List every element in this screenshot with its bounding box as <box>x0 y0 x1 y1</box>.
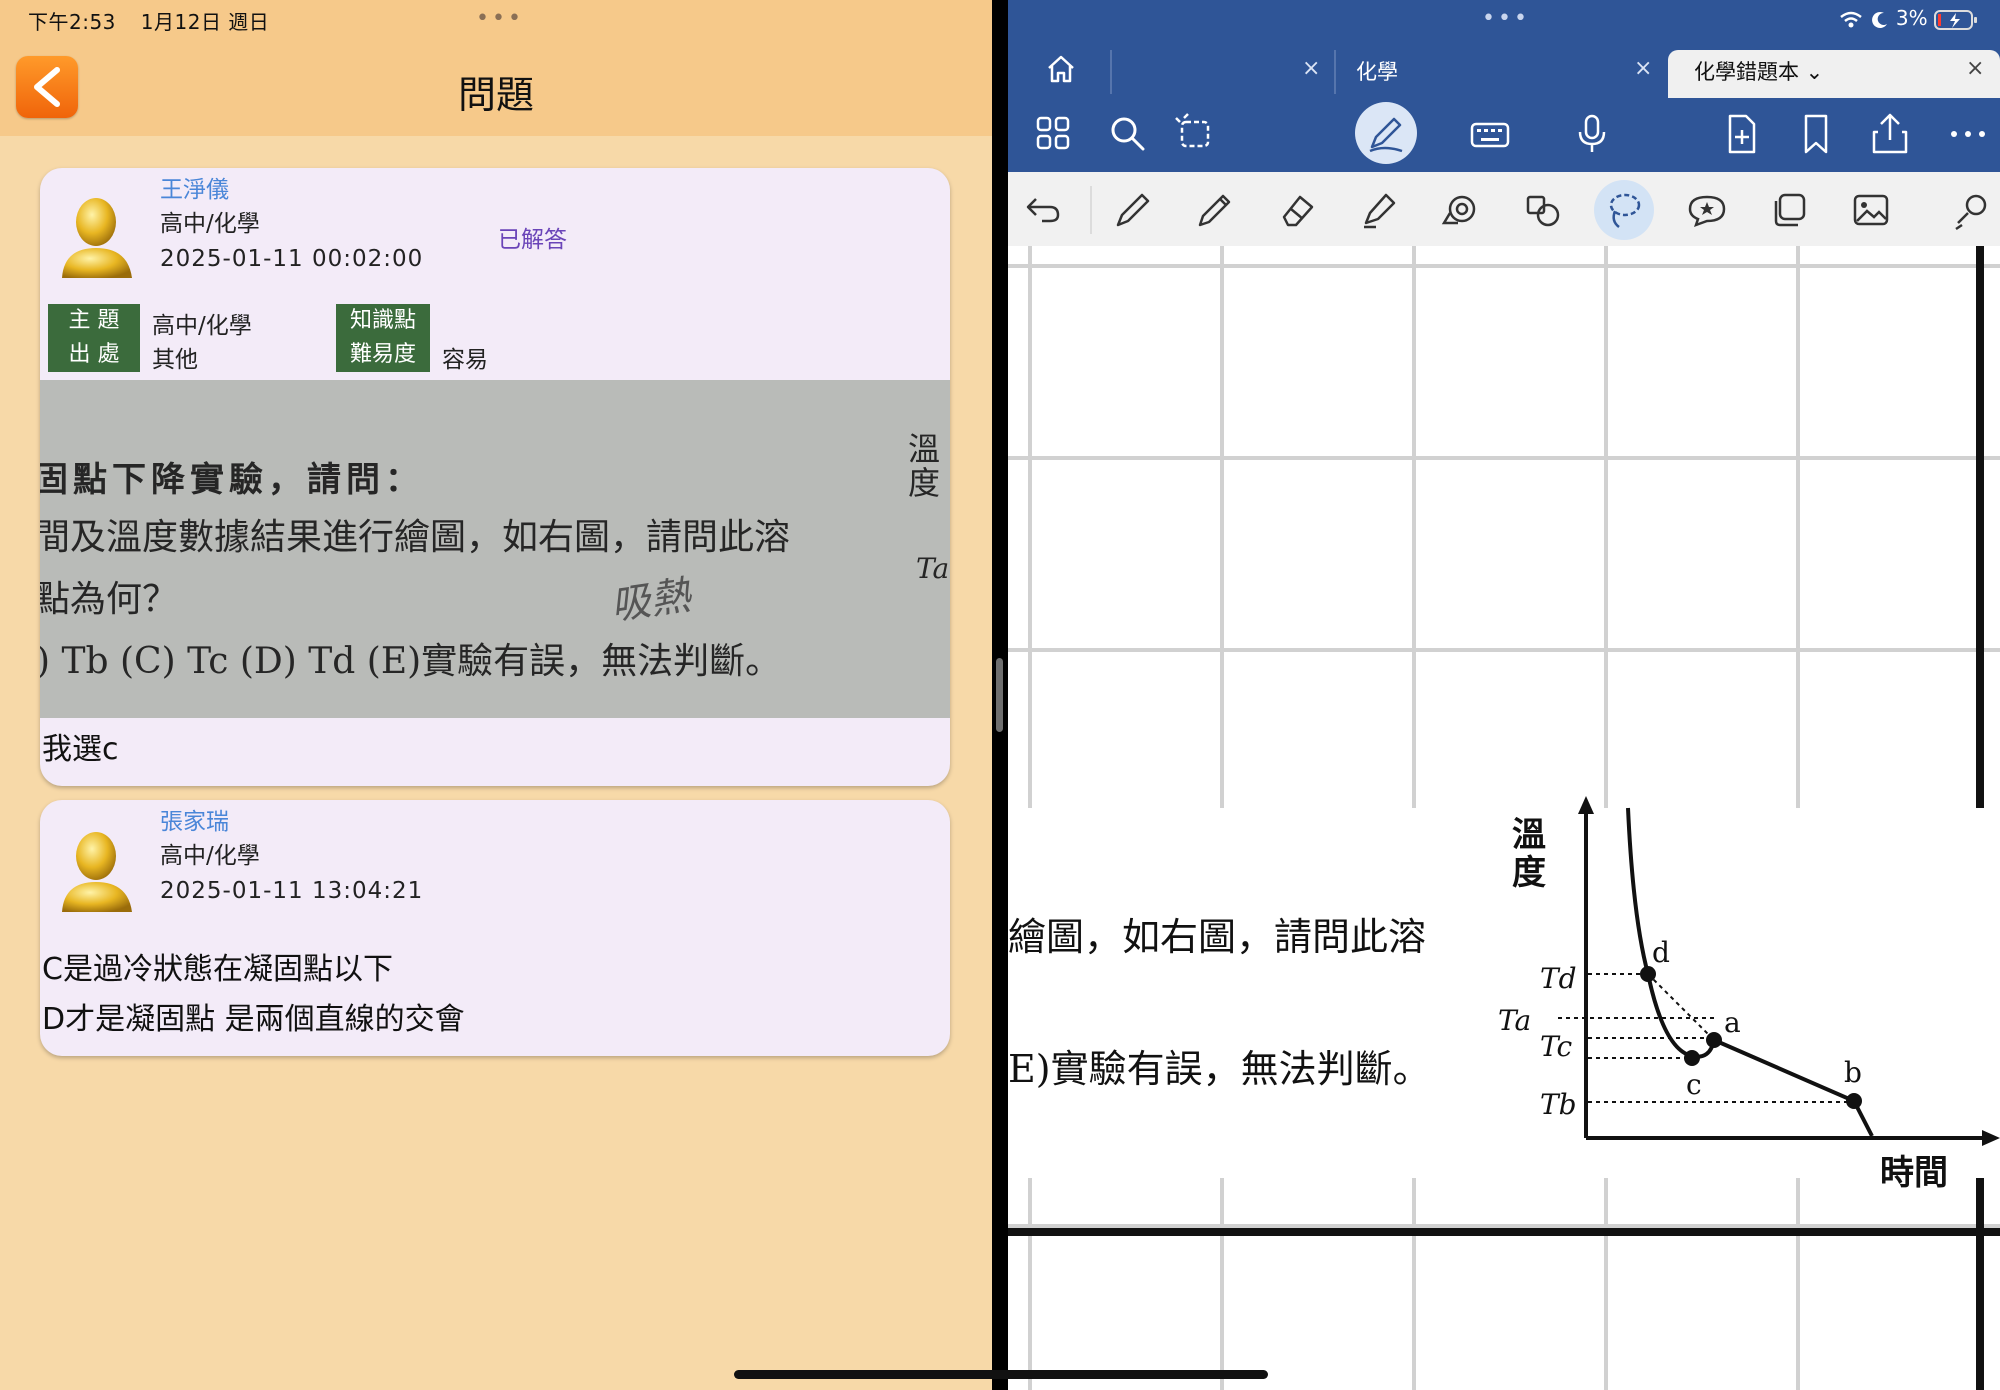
notes-app-pane: ••• 3% × 化學 × 化學錯題本 ⌄ × 繪圖，如右圖，請問此溶 E)實驗… <box>1008 0 2000 1390</box>
graph-ylabel-1: 溫 <box>1512 815 1546 855</box>
point-label-a: a <box>1724 1006 1741 1039</box>
page-title: 問題 <box>457 73 534 117</box>
tag-label-difficulty: 難易度 <box>336 338 430 372</box>
reply-subject: 高中/化學 <box>160 843 260 869</box>
reply-datetime: 2025-01-11 13:04:21 <box>160 878 424 904</box>
tab-label: 化學 <box>1356 60 1398 84</box>
photo-handwriting: 吸熱 <box>607 572 694 630</box>
status-bar-left: 下午2:53 1月12日 週日 <box>28 6 287 35</box>
moon-icon <box>1871 11 1887 28</box>
graph-ylabel-2: 度 <box>1512 853 1546 893</box>
toolbar-separator <box>1090 186 1092 234</box>
tick-tc: Tc <box>1540 1030 1573 1063</box>
status-time: 下午2:53 <box>28 10 116 34</box>
battery-percent: 3% <box>1895 6 1928 30</box>
question-subject: 高中/化學 <box>160 211 260 237</box>
status-date: 1月12日 週日 <box>140 10 270 34</box>
laser-pointer-icon[interactable] <box>1952 189 1994 231</box>
tag-value-source: 其他 <box>152 347 198 373</box>
photo-text-line4: ) Tb (C) Tc (D) Td (E)實驗有誤，無法判斷。 <box>40 641 782 682</box>
search-icon[interactable] <box>1106 112 1150 156</box>
microphone-icon[interactable] <box>1570 112 1614 156</box>
note-canvas[interactable]: 繪圖，如右圖，請問此溶 E)實驗有誤，無法判斷。 溫 度 時間 Td Ta Tc… <box>1008 246 2000 1390</box>
question-answer-text: 我選c <box>42 732 119 767</box>
photo-text-line3: 點為何？ <box>40 579 179 620</box>
point-label-c: c <box>1686 1068 1702 1101</box>
reply-text-line1: C是過冷狀態在凝固點以下 <box>42 952 393 987</box>
multitask-dots-icon[interactable]: ••• <box>1482 6 1530 31</box>
tab-chemistry-mistakes[interactable]: 化學錯題本 ⌄ × <box>1668 50 2000 98</box>
photo-text-line2: 間及溫度數據結果進行繪圖，如右圖，請問此溶 <box>40 517 791 558</box>
bookmark-icon[interactable] <box>1794 112 1838 156</box>
close-icon[interactable]: × <box>1634 56 1652 81</box>
tab-chemistry[interactable]: 化學 × <box>1336 50 1672 96</box>
shapes-icon[interactable] <box>1522 189 1564 231</box>
lasso-select-icon[interactable] <box>1174 112 1218 156</box>
share-icon[interactable] <box>1868 112 1912 156</box>
tag-value-topic: 高中/化學 <box>152 313 252 339</box>
reply-username[interactable]: 張家瑞 <box>160 802 229 836</box>
add-page-icon[interactable] <box>1720 112 1764 156</box>
snippet-text-line2: E)實驗有誤，無法判斷。 <box>1008 1047 1431 1091</box>
image-icon[interactable] <box>1850 189 1892 231</box>
graph-xlabel: 時間 <box>1880 1153 1948 1188</box>
tag-label-knowledge: 知識點 <box>336 304 430 338</box>
point-label-d: d <box>1652 936 1670 969</box>
home-icon[interactable] <box>1044 52 1078 86</box>
point-label-b: b <box>1844 1056 1862 1089</box>
reply-text-line2: D才是凝固點 是兩個直線的交會 <box>42 1002 465 1037</box>
keyboard-icon[interactable] <box>1468 112 1512 156</box>
tape-icon[interactable] <box>1440 189 1482 231</box>
tag-label-source: 出 處 <box>48 338 140 372</box>
avatar <box>62 832 132 912</box>
split-view-handle[interactable] <box>996 658 1003 732</box>
tab-label: 化學錯題本 ⌄ <box>1694 60 1824 84</box>
eraser-icon[interactable] <box>1276 189 1318 231</box>
elements-icon[interactable] <box>1768 189 1810 231</box>
pen-mode-button[interactable] <box>1355 102 1417 164</box>
reply-card[interactable]: 張家瑞 高中/化學 2025-01-11 13:04:21 C是過冷狀態在凝固點… <box>40 800 950 1056</box>
pencil-icon[interactable] <box>1194 189 1236 231</box>
tab-untitled[interactable]: × <box>1112 50 1342 96</box>
more-icon[interactable] <box>1946 112 1990 156</box>
home-indicator[interactable] <box>734 1370 1268 1379</box>
photo-side-text3: Ta <box>916 552 950 585</box>
tick-tb: Tb <box>1540 1088 1577 1121</box>
multitask-dots-icon[interactable]: ••• <box>476 6 524 31</box>
lasso-icon <box>1609 193 1641 228</box>
close-icon[interactable]: × <box>1302 56 1320 81</box>
undo-icon[interactable] <box>1022 189 1064 231</box>
tag-label-topic: 主 題 <box>48 304 140 338</box>
battery-icon <box>1934 9 1977 30</box>
tick-td: Td <box>1540 962 1577 995</box>
notes-header: ••• 3% × 化學 × 化學錯題本 ⌄ × <box>1008 0 2000 172</box>
lasso-tool-button[interactable] <box>1594 180 1654 240</box>
question-app-pane: 下午2:53 1月12日 週日 ••• 問題 王淨儀 高中/化學 2025-01… <box>0 0 992 1390</box>
question-photo[interactable]: 固點下降實驗，請問： 間及溫度數據結果進行繪圖，如右圖，請問此溶 點為何？ ) … <box>40 380 950 718</box>
question-datetime: 2025-01-11 00:02:00 <box>160 246 424 272</box>
status-bar-right: 3% <box>1839 6 1978 31</box>
snippet-text-line1: 繪圖，如右圖，請問此溶 <box>1008 915 1427 959</box>
wifi-icon <box>1840 11 1862 27</box>
close-icon[interactable]: × <box>1966 56 1984 81</box>
photo-side-text2: 度 <box>908 464 941 502</box>
highlighter-icon[interactable] <box>1358 189 1400 231</box>
sticker-icon[interactable] <box>1686 189 1728 231</box>
tick-ta: Ta <box>1498 1004 1531 1037</box>
question-card[interactable]: 王淨儀 高中/化學 2025-01-11 00:02:00 已解答 主 題 高中… <box>40 168 950 786</box>
drawing-tools-bar <box>1008 172 2000 247</box>
status-badge: 已解答 <box>498 227 567 253</box>
tag-value-difficulty: 容易 <box>442 347 488 373</box>
avatar <box>62 198 132 278</box>
fountain-pen-icon[interactable] <box>1112 189 1154 231</box>
grid-icon[interactable] <box>1032 112 1076 156</box>
pasted-question-image[interactable]: 繪圖，如右圖，請問此溶 E)實驗有誤，無法判斷。 溫 度 時間 Td Ta Tc… <box>1008 796 2000 1188</box>
phase-graph: 溫 度 時間 Td Ta Tc Tb d a c b <box>1498 796 2000 1188</box>
photo-text-line1: 固點下降實驗，請問： <box>40 460 424 500</box>
question-username[interactable]: 王淨儀 <box>160 170 229 204</box>
pen-icon <box>1369 117 1403 153</box>
left-header: 下午2:53 1月12日 週日 ••• 問題 <box>0 0 992 136</box>
